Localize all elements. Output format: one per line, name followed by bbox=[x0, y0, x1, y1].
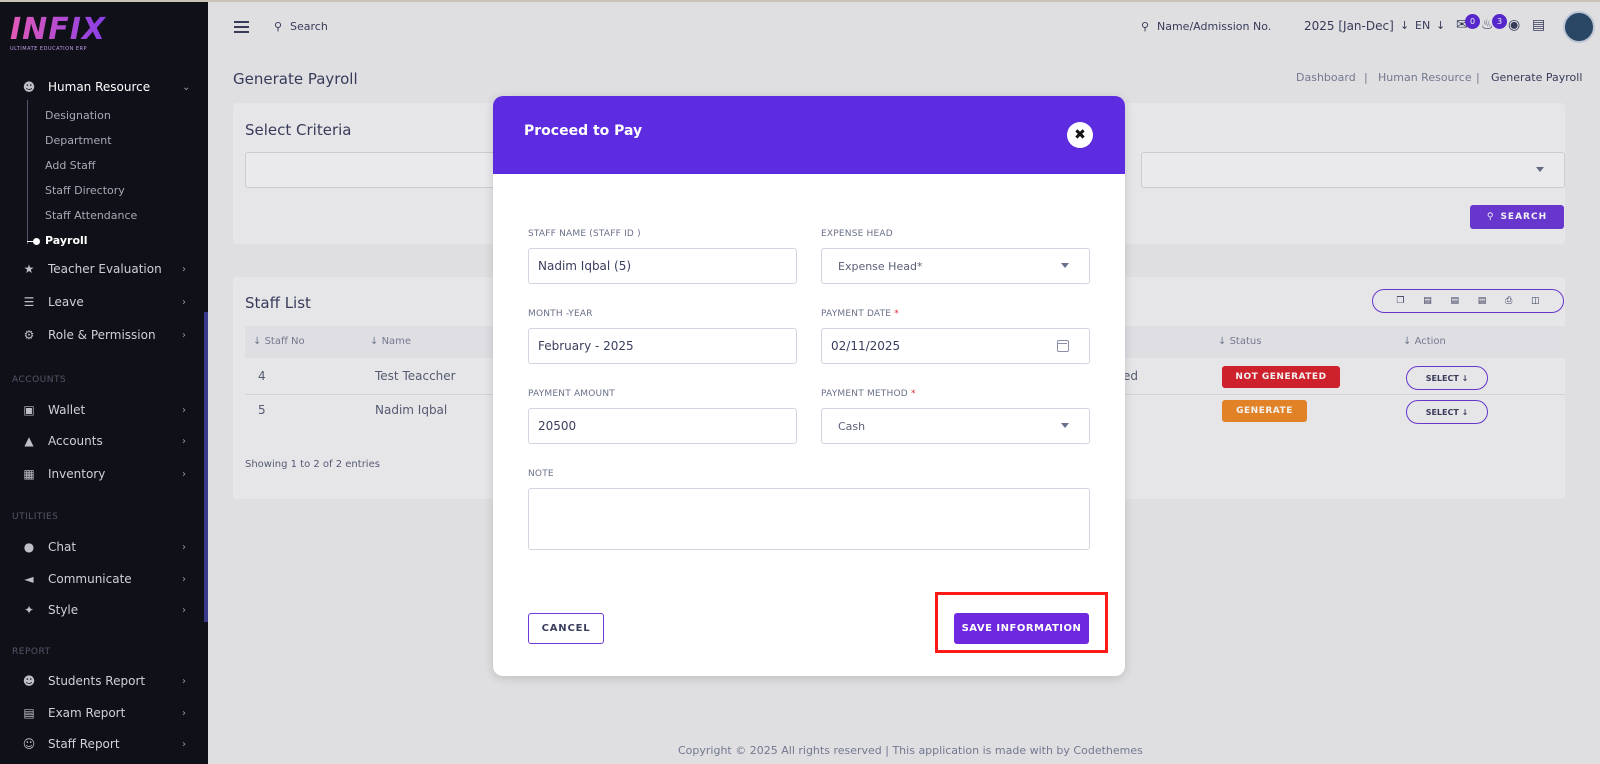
chevron-right-icon: › bbox=[182, 296, 186, 308]
sidebar-item-leave[interactable]: ☰ Leave › bbox=[0, 289, 208, 315]
sidebar-item-label: Style bbox=[48, 603, 79, 617]
chevron-right-icon: › bbox=[182, 604, 186, 616]
staff-name-value: Nadim Iqbal (5) bbox=[538, 259, 632, 273]
month-year-label: MONTH -YEAR bbox=[528, 309, 593, 319]
sidebar-item-human-resource[interactable]: ☻ Human Resource ⌄ bbox=[0, 74, 208, 100]
sidebar-sub-staff-directory[interactable]: Staff Directory bbox=[45, 184, 125, 197]
leave-icon: ☰ bbox=[23, 295, 35, 309]
highlight-box bbox=[935, 592, 1108, 653]
megaphone-icon: ◄ bbox=[24, 572, 34, 586]
calendar-icon[interactable] bbox=[1057, 340, 1069, 352]
sidebar-item-label: Communicate bbox=[48, 572, 132, 586]
section-report: REPORT bbox=[12, 647, 51, 657]
sidebar-sub-payroll[interactable]: Payroll bbox=[45, 234, 88, 247]
payment-method-value: Cash bbox=[838, 419, 866, 433]
sidebar-item-label: Role & Permission bbox=[48, 328, 156, 342]
sidebar-sub-staff-attendance[interactable]: Staff Attendance bbox=[45, 209, 137, 222]
logo[interactable]: INFIX ULTIMATE EDUCATION ERP bbox=[10, 14, 120, 58]
sidebar-item-communicate[interactable]: ◄ Communicate › bbox=[0, 566, 208, 592]
chevron-right-icon: › bbox=[182, 707, 186, 719]
sidebar-item-label: Accounts bbox=[48, 434, 103, 448]
sidebar-sub-designation[interactable]: Designation bbox=[45, 109, 111, 122]
submenu-line bbox=[27, 100, 28, 244]
sidebar-item-students-report[interactable]: ☻ Students Report › bbox=[0, 668, 208, 694]
modal-title: Proceed to Pay bbox=[524, 123, 643, 139]
dropdown-caret-icon bbox=[1061, 263, 1069, 268]
sidebar-sub-add-staff[interactable]: Add Staff bbox=[45, 159, 95, 172]
cancel-button[interactable]: CANCEL bbox=[528, 613, 604, 644]
chevron-right-icon: › bbox=[182, 468, 186, 480]
payment-amount-value: 20500 bbox=[538, 419, 577, 433]
exam-icon: ▤ bbox=[23, 706, 35, 720]
expense-head-value: Expense Head* bbox=[838, 259, 923, 273]
month-year-field[interactable]: February - 2025 bbox=[528, 328, 797, 364]
sidebar: INFIX ULTIMATE EDUCATION ERP ☻ Human Res… bbox=[0, 2, 208, 764]
required-asterisk: * bbox=[894, 309, 899, 319]
sidebar-item-accounts[interactable]: ▲ Accounts › bbox=[0, 428, 208, 454]
proceed-to-pay-modal: Proceed to Pay ✖ STAFF NAME (STAFF ID ) … bbox=[493, 96, 1125, 676]
sidebar-item-style[interactable]: ✦ Style › bbox=[0, 597, 208, 623]
sidebar-item-role-permission[interactable]: ⚙ Role & Permission › bbox=[0, 322, 208, 348]
sidebar-item-teacher-evaluation[interactable]: ★ Teacher Evaluation › bbox=[0, 256, 208, 282]
modal-header: Proceed to Pay ✖ bbox=[493, 96, 1125, 174]
sidebar-item-label: Chat bbox=[48, 540, 77, 554]
inventory-icon: ▦ bbox=[23, 467, 35, 481]
sidebar-item-inventory[interactable]: ▦ Inventory › bbox=[0, 461, 208, 487]
sidebar-item-label: Staff Report bbox=[48, 737, 120, 751]
note-textarea[interactable] bbox=[528, 488, 1090, 550]
chevron-right-icon: › bbox=[182, 263, 186, 275]
sidebar-sub-department[interactable]: Department bbox=[45, 134, 112, 147]
chevron-down-icon: ⌄ bbox=[182, 81, 191, 93]
expense-head-label: EXPENSE HEAD bbox=[821, 229, 893, 239]
note-label: NOTE bbox=[528, 469, 554, 479]
payment-method-select[interactable]: Cash bbox=[821, 408, 1090, 444]
sidebar-item-staff-report[interactable]: ☺ Staff Report › bbox=[0, 731, 208, 757]
staff-name-label: STAFF NAME (STAFF ID ) bbox=[528, 229, 641, 239]
sidebar-item-label: Inventory bbox=[48, 467, 106, 481]
students-icon: ☻ bbox=[22, 674, 36, 688]
close-icon[interactable]: ✖ bbox=[1067, 122, 1093, 148]
sidebar-item-label: Human Resource bbox=[48, 80, 151, 94]
sidebar-item-wallet[interactable]: ▣ Wallet › bbox=[0, 397, 208, 423]
required-asterisk: * bbox=[910, 389, 916, 399]
chevron-right-icon: › bbox=[182, 738, 186, 750]
bank-icon: ▲ bbox=[24, 434, 34, 448]
logo-text: INFIX bbox=[10, 14, 120, 46]
sidebar-item-label: Teacher Evaluation bbox=[48, 262, 162, 276]
sidebar-item-label: Students Report bbox=[48, 674, 146, 688]
active-indicator-dot bbox=[33, 238, 40, 245]
sidebar-item-label: Leave bbox=[48, 295, 84, 309]
sidebar-item-chat[interactable]: ● Chat › bbox=[0, 534, 208, 560]
expense-head-select[interactable]: Expense Head* bbox=[821, 248, 1090, 284]
staff-name-field[interactable]: Nadim Iqbal (5) bbox=[528, 248, 797, 284]
style-icon: ✦ bbox=[23, 603, 35, 617]
payment-amount-field[interactable]: 20500 bbox=[528, 408, 797, 444]
users-icon: ☻ bbox=[22, 80, 36, 94]
wallet-icon: ▣ bbox=[23, 403, 35, 417]
payment-amount-label: PAYMENT AMOUNT bbox=[528, 389, 615, 399]
dropdown-caret-icon bbox=[1061, 423, 1069, 428]
section-accounts: ACCOUNTS bbox=[12, 375, 67, 385]
sidebar-item-exam-report[interactable]: ▤ Exam Report › bbox=[0, 700, 208, 726]
chat-icon: ● bbox=[23, 540, 35, 554]
chevron-right-icon: › bbox=[182, 573, 186, 585]
payment-date-value: 02/11/2025 bbox=[831, 339, 901, 353]
chevron-right-icon: › bbox=[182, 404, 186, 416]
payment-date-label: PAYMENT DATE * bbox=[821, 309, 899, 319]
star-icon: ★ bbox=[23, 262, 35, 276]
sidebar-item-label: Exam Report bbox=[48, 706, 126, 720]
staff-icon: ☺ bbox=[22, 737, 36, 751]
month-year-value: February - 2025 bbox=[538, 339, 634, 353]
payment-date-field[interactable]: 02/11/2025 bbox=[821, 328, 1090, 364]
chevron-right-icon: › bbox=[182, 435, 186, 447]
chevron-right-icon: › bbox=[182, 675, 186, 687]
chevron-right-icon: › bbox=[182, 329, 186, 341]
chevron-right-icon: › bbox=[182, 541, 186, 553]
key-icon: ⚙ bbox=[23, 328, 35, 342]
section-utilities: UTILITIES bbox=[12, 512, 59, 522]
sidebar-item-label: Wallet bbox=[48, 403, 86, 417]
payment-method-label: PAYMENT METHOD * bbox=[821, 389, 916, 399]
